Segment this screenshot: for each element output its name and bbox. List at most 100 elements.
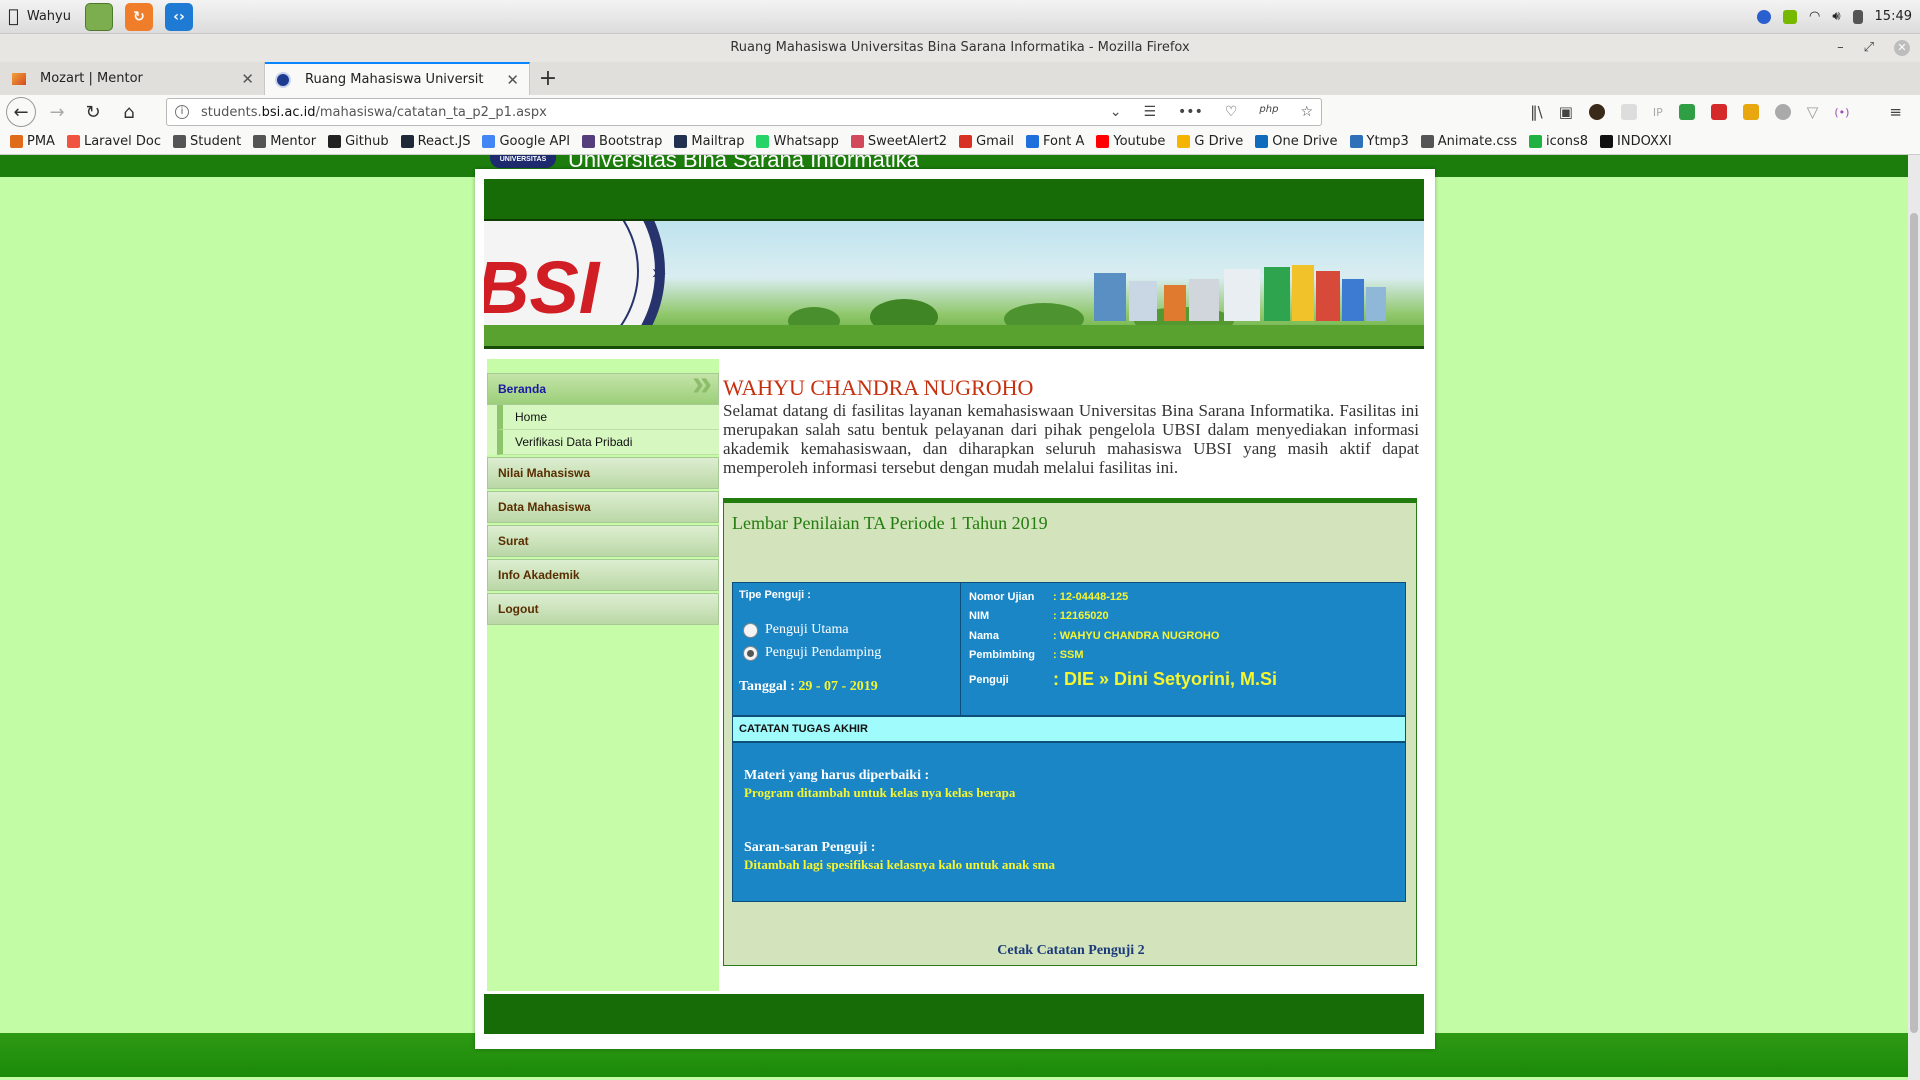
privacy-extension-icon[interactable]: (•) [1834, 106, 1849, 119]
close-window-icon[interactable]: ✕ [1894, 40, 1910, 56]
bookmark-item[interactable]: Github [328, 134, 389, 149]
header-bar [484, 179, 1424, 221]
scrollbar-thumb[interactable] [1910, 213, 1918, 1033]
detail-nim: NIM : 12165020 [969, 610, 1109, 622]
bookmark-item[interactable]: icons8 [1529, 134, 1588, 149]
menu-data-mahasiswa[interactable]: Data Mahasiswa [487, 491, 719, 523]
bookmark-item[interactable]: Google API [482, 134, 570, 149]
file-manager-app-icon[interactable] [84, 2, 113, 31]
youtube-icon [1096, 135, 1110, 148]
bookmark-item[interactable]: Mailtrap [674, 134, 744, 149]
bookmark-item[interactable]: PMA [10, 134, 55, 149]
gmail-icon [959, 135, 973, 148]
scrollbar[interactable] [1908, 155, 1920, 1080]
bookmark-label: G Drive [1194, 134, 1244, 149]
forward-button[interactable]: → [42, 97, 72, 127]
vuejs-icon[interactable]: ▽ [1807, 103, 1819, 121]
bookmark-item[interactable]: Ytmp3 [1349, 134, 1409, 149]
detail-key: NIM [969, 610, 990, 622]
globe-icon [1420, 135, 1434, 148]
bookmark-item[interactable]: Whatsapp [756, 134, 839, 149]
fontawesome-icon [1026, 135, 1040, 148]
menu-info-akademik[interactable]: Info Akademik [487, 559, 719, 591]
close-tab-icon[interactable]: ✕ [241, 70, 254, 88]
globe-extension-icon[interactable] [1774, 104, 1791, 120]
volume-icon[interactable]: 🔊︎ [1832, 9, 1840, 24]
vue-devtools-icon[interactable] [1742, 104, 1759, 120]
bookmark-item[interactable]: Animate.css [1420, 134, 1517, 149]
cetak-catatan-link[interactable]: Cetak Catatan Penguji 2 [724, 943, 1418, 959]
os-top-bar:  Wahyu ↻ ‹› ◠ 🔊︎ 15:49 [0, 0, 1920, 34]
bluetooth-icon[interactable] [1756, 9, 1771, 24]
google-icon [482, 135, 496, 148]
bookmark-item[interactable]: Laravel Doc [66, 134, 162, 149]
tab-mozart-mentor[interactable]: Mozart | Mentor ✕ [0, 62, 265, 95]
radio-button-checked[interactable] [743, 645, 758, 661]
bookmark-item[interactable]: Bootstrap [582, 134, 662, 149]
sidebar-icon[interactable]: ▣ [1559, 103, 1573, 121]
bookmark-label: Gmail [976, 134, 1015, 149]
bookmark-item[interactable]: Mentor [253, 134, 316, 149]
bookmark-item[interactable]: INDOXXI [1600, 134, 1672, 149]
tab-ruang-mahasiswa[interactable]: Ruang Mahasiswa Universit ✕ [265, 62, 530, 95]
globe-icon [173, 135, 187, 148]
reload-button[interactable]: ↻ [78, 97, 108, 127]
extension-grey-icon[interactable] [1620, 104, 1637, 120]
indoxxi-icon [1600, 135, 1614, 148]
firefox-app-icon[interactable]: ↻ [124, 2, 153, 31]
library-icon[interactable]: ‖\ [1530, 103, 1543, 121]
bookmark-item[interactable]: G Drive [1177, 134, 1243, 149]
radio-penguji-utama[interactable]: Penguji Utama [743, 622, 849, 638]
apple-icon[interactable]:  [8, 6, 19, 27]
menu-icon[interactable]: ≡ [1889, 103, 1902, 121]
vscode-app-icon[interactable]: ‹› [164, 2, 193, 31]
bookmark-item[interactable]: SweetAlert2 [850, 134, 947, 149]
clock[interactable]: 15:49 [1875, 9, 1912, 24]
dropdown-arrow-icon[interactable]: ⌄ [1110, 104, 1122, 120]
info-icon[interactable]: i [175, 105, 189, 119]
bookmark-label: Font A [1043, 134, 1085, 149]
close-tab-icon[interactable]: ✕ [506, 71, 519, 89]
url-host: bsi.ac.id [261, 104, 316, 120]
bookmark-label: Laravel Doc [83, 134, 162, 149]
radio-label: Penguji Utama [765, 622, 849, 637]
back-button[interactable]: ← [6, 97, 36, 127]
ip-icon[interactable]: IP [1653, 106, 1663, 119]
bookmark-star-icon[interactable]: ☆ [1300, 104, 1313, 120]
radio-penguji-pendamping[interactable]: Penguji Pendamping [743, 645, 881, 661]
bookmark-item[interactable]: React.JS [400, 134, 470, 149]
menu-beranda[interactable]: Beranda [487, 368, 719, 405]
minimize-icon[interactable]: – [1837, 34, 1844, 62]
bookmark-item[interactable]: One Drive [1255, 134, 1338, 149]
extension-dark-icon[interactable] [1588, 104, 1605, 120]
url-bar[interactable]: i students. bsi.ac.id/mahasiswa/catatan_t… [166, 98, 1322, 126]
nvidia-icon[interactable] [1782, 9, 1797, 24]
bookmark-item[interactable]: Student [173, 134, 241, 149]
submenu-home[interactable]: Home [497, 405, 719, 430]
bookmark-item[interactable]: Gmail [959, 134, 1014, 149]
bookmark-item[interactable]: Youtube [1096, 134, 1165, 149]
home-button[interactable]: ⌂ [114, 97, 144, 127]
menu-surat[interactable]: Surat [487, 525, 719, 557]
pocket-icon[interactable]: ♡ [1225, 104, 1238, 120]
wifi-icon[interactable]: ◠ [1809, 9, 1820, 24]
menu-logout[interactable]: Logout [487, 593, 719, 625]
pdf-extension-icon[interactable] [1710, 104, 1727, 120]
reader-view-icon[interactable]: ☰ [1143, 104, 1156, 120]
tanggal-value: 29 - 07 - 2019 [798, 679, 878, 694]
restore-icon[interactable]: ⤢ [1864, 34, 1874, 62]
detail-value: : WAHYU CHANDRA NUGROHO [1053, 630, 1220, 642]
submenu-verifikasi-data-pribadi[interactable]: Verifikasi Data Pribadi [497, 430, 719, 455]
new-tab-button[interactable]: + [530, 62, 566, 95]
page-viewport: UNIVERSITAS Universitas Bina Sarana Info… [0, 155, 1920, 1080]
menu-nilai-mahasiswa[interactable]: Nilai Mahasiswa [487, 457, 719, 489]
more-actions-icon[interactable]: ••• [1178, 104, 1203, 120]
bookmark-item[interactable]: Font A [1026, 134, 1084, 149]
radio-button[interactable] [743, 622, 758, 638]
download-extension-icon[interactable] [1678, 104, 1695, 120]
os-user-name[interactable]: Wahyu [27, 9, 71, 24]
battery-icon[interactable] [1852, 9, 1863, 24]
bookmark-label: Whatsapp [773, 134, 839, 149]
php-icon[interactable]: php [1259, 104, 1278, 120]
